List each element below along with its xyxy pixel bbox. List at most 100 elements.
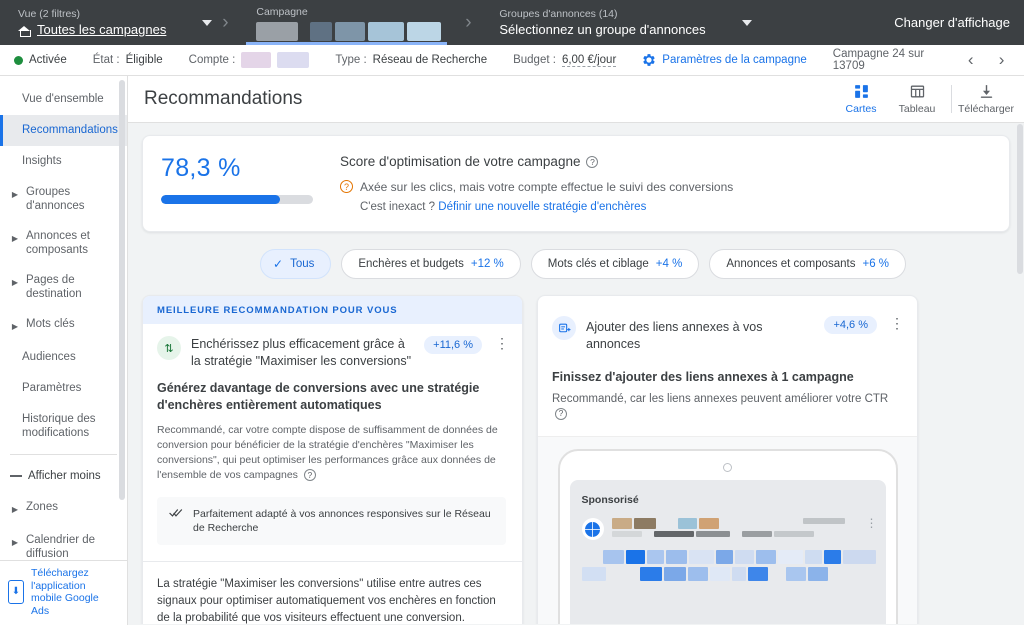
- previous-campaign-button[interactable]: ‹: [956, 45, 985, 75]
- card-header: ⇅ Enchérissez plus efficacement grâce à …: [143, 324, 522, 370]
- card-subtext: Recommandé, car les liens annexes peuven…: [552, 393, 889, 405]
- account-field: Compte :: [189, 52, 310, 68]
- sidebar-item-zones[interactable]: ▶ Zones: [0, 492, 127, 525]
- preview-more-options-icon: ⋮: [865, 516, 878, 530]
- change-display-button[interactable]: Changer d'affichage: [884, 15, 1020, 30]
- card-title: Ajouter des liens annexes à vos annonces: [586, 320, 763, 351]
- card-title: Enchérissez plus efficacement grâce à la…: [191, 337, 412, 368]
- card-impact-badge: +11,6 %: [424, 336, 482, 354]
- new-bidding-strategy-link[interactable]: Définir une nouvelle stratégie d'enchère…: [438, 201, 646, 213]
- score-title: Score d'optimisation de votre campagne: [340, 154, 581, 169]
- campaign-selector-label: Campagne: [256, 5, 308, 18]
- campaign-pager: Campagne 24 sur 13709 ‹ ›: [833, 45, 1024, 75]
- gear-icon: [643, 54, 655, 66]
- state-field: État : Éligible: [93, 54, 163, 66]
- mobile-phone-download-icon: ⬇: [8, 580, 24, 604]
- sidebar-item-parametres[interactable]: Paramètres: [0, 373, 127, 404]
- sidebar-item-insights[interactable]: Insights: [0, 146, 127, 177]
- help-icon[interactable]: ?: [303, 469, 316, 482]
- table-view-button[interactable]: Tableau: [889, 80, 945, 118]
- sidebar-show-less-button[interactable]: Afficher moins: [0, 461, 127, 492]
- next-campaign-button[interactable]: ›: [987, 45, 1016, 75]
- chip-tous[interactable]: ✓ Tous: [260, 249, 332, 279]
- campaign-settings-link[interactable]: Paramètres de la campagne: [642, 53, 807, 67]
- sidebar-item-groupes-dannonces[interactable]: ▶ Groupes d'annonces: [0, 177, 127, 221]
- sidebar-item-historique-des-modifications[interactable]: Historique des modifications: [0, 404, 127, 448]
- adgroup-selector[interactable]: Groupes d'annonces (14) Sélectionnez un …: [481, 0, 719, 45]
- recommendation-card-bidding[interactable]: MEILLEURE RECOMMANDATION POUR VOUS ⇅ Enc…: [142, 295, 523, 624]
- sidebar-item-annonces-et-composants[interactable]: ▶ Annonces et composants: [0, 221, 127, 265]
- chip-percentage: +4 %: [655, 258, 683, 270]
- sidebar-item-vue-densemble[interactable]: Vue d'ensemble: [0, 84, 127, 115]
- main-content: Recommandations Cartes Tableau Télécharg…: [128, 76, 1024, 625]
- cards-view-label: Cartes: [845, 103, 877, 115]
- campaign-selector[interactable]: Campagne: [238, 0, 455, 45]
- sidebar-item-pages-de-destination[interactable]: ▶ Pages de destination: [0, 265, 127, 309]
- score-details: Score d'optimisation de votre campagne ?…: [340, 152, 733, 213]
- card-body-text: La stratégie "Maximiser les conversions"…: [157, 578, 496, 624]
- card-paragraph-row: Recommandé, car votre compte dispose de …: [157, 423, 506, 483]
- adgroup-selector-value: Sélectionnez un groupe d'annonces: [499, 22, 706, 37]
- chevron-right-icon: ▶: [11, 505, 19, 514]
- sidebar-item-mots-cles[interactable]: ▶ Mots clés: [0, 309, 127, 342]
- campaign-name-redacted: [256, 21, 442, 41]
- sidebar-item-recommandations[interactable]: Recommandations: [0, 115, 127, 146]
- phone-mockup: Sponsorisé ⋮: [557, 449, 898, 624]
- chip-annonces-et-composants[interactable]: Annonces et composants +6 %: [709, 249, 907, 279]
- warning-help-icon: ?: [340, 180, 353, 193]
- cards-view-button[interactable]: Cartes: [833, 80, 889, 118]
- card-more-options-icon[interactable]: ⋮: [492, 336, 512, 350]
- chip-label: Mots clés et ciblage: [547, 258, 649, 270]
- sidebar-nav-list: Vue d'ensemble Recommandations Insights …: [0, 76, 127, 602]
- type-field: Type : Réseau de Recherche: [335, 54, 487, 66]
- sidebar-scrollbar[interactable]: [119, 80, 125, 500]
- download-label: Télécharger: [957, 103, 1015, 115]
- sidebar-item-audiences[interactable]: Audiences: [0, 342, 127, 373]
- chip-mots-cles-et-ciblage[interactable]: Mots clés et ciblage +4 %: [530, 249, 700, 279]
- chevron-right-icon: ▶: [11, 234, 19, 243]
- view-selector-text: Toutes les campagnes: [37, 22, 167, 37]
- budget-value[interactable]: 6,00 €/jour: [561, 54, 617, 67]
- help-icon[interactable]: ?: [586, 155, 599, 168]
- adgroup-selector-chevron-down-icon[interactable]: [741, 19, 752, 26]
- main-header: Recommandations Cartes Tableau Télécharg…: [128, 76, 1024, 123]
- budget-field[interactable]: Budget : 6,00 €/jour: [513, 54, 617, 67]
- topbar-right-actions: Changer d'affichage: [884, 0, 1024, 45]
- help-icon[interactable]: ?: [555, 407, 567, 420]
- view-selector-chevron-down-icon[interactable]: [202, 19, 213, 26]
- page-title: Recommandations: [144, 88, 303, 109]
- recommendation-card-sitelinks[interactable]: Ajouter des liens annexes à vos annonces…: [537, 295, 918, 624]
- card-paragraph: Recommandé, car votre compte dispose de …: [157, 424, 498, 481]
- mobile-app-promo[interactable]: ⬇ Téléchargez l'application mobile Googl…: [0, 560, 127, 625]
- view-selector[interactable]: Vue (2 filtres) Toutes les campagnes: [0, 0, 180, 45]
- card-fit-text: Parfaitement adapté à vos annonces respo…: [192, 508, 491, 534]
- home-icon: [18, 24, 31, 37]
- card-more-options-icon[interactable]: ⋮: [887, 316, 907, 330]
- table-view-label: Tableau: [898, 103, 936, 115]
- budget-label: Budget :: [513, 54, 556, 66]
- preview-ad-row: ⋮: [581, 516, 878, 540]
- breadcrumb-separator-2: ›: [465, 11, 472, 33]
- card-heading: Finissez d'ajouter des liens annexes à 1…: [552, 370, 854, 384]
- ad-preview-area: Sponsorisé ⋮: [538, 436, 917, 624]
- phone-camera-notch: [570, 461, 886, 480]
- bid-arrows-icon: ⇅: [157, 336, 181, 360]
- type-label: Type :: [335, 54, 367, 66]
- optimisation-score-card: 78,3 % Score d'optimisation de votre cam…: [142, 135, 1010, 232]
- download-icon: [980, 85, 992, 98]
- card-impact-badge: +4,6 %: [824, 316, 877, 334]
- camera-icon: [723, 463, 732, 472]
- mobile-app-promo-label: Téléchargez l'application mobile Google …: [31, 567, 99, 617]
- download-button[interactable]: Télécharger: [958, 80, 1014, 118]
- chip-encheres-et-budgets[interactable]: Enchères et budgets +12 %: [341, 249, 521, 279]
- score-progress-fill: [161, 195, 281, 204]
- best-recommendation-banner: MEILLEURE RECOMMANDATION POUR VOUS: [143, 296, 522, 324]
- sidebar-item-label: Vue d'ensemble: [22, 93, 104, 105]
- state-value: Éligible: [125, 54, 163, 66]
- sidebar-item-label: Mots clés: [26, 318, 75, 330]
- main-scrollbar[interactable]: [1017, 124, 1023, 274]
- sitelink-glyph: [558, 323, 570, 332]
- sidebar-item-label: Groupes d'annonces: [26, 186, 85, 212]
- sidebar-item-label: Paramètres: [22, 382, 82, 394]
- score-percentage: 78,3 %: [161, 154, 241, 182]
